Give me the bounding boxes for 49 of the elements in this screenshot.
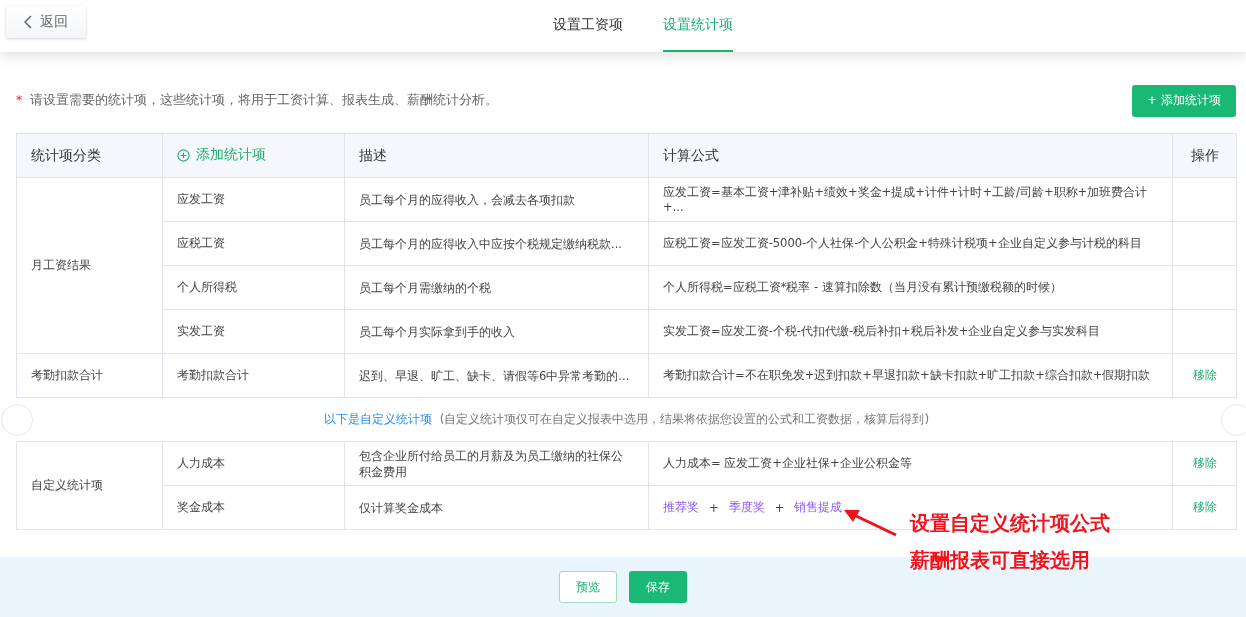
column-header: 统计项分类 [31,146,101,163]
category-cell: 自定义统计项 [31,478,103,492]
formula-cell: 人力成本= 应发工资+企业社保+企业公积金等 [663,456,912,470]
custom-items-note: (自定义统计项仅可在自定义报表中选用，结果将依据您设置的公式和工资数据，核算后得到) [439,412,930,426]
column-header: 计算公式 [663,146,719,163]
annotation-text: 薪酬报表可直接选用 [910,547,1091,574]
formula-cell: 应税工资=应发工资-5000-个人社保-个人公积金+特殊计税项+企业自定义参与计税的科目 [663,236,1142,250]
description-cell-text: 包含企业所付给员工的月薪及为员工缴纳的社保公积金费用 [359,447,624,480]
tab[interactable]: 设置统计项 [663,0,733,52]
column-header: 操作 [1190,146,1219,163]
formula-cell: 实发工资=应发工资-个税-代扣代缴-税后补扣+税后补发+企业自定义参与实发科目 [663,324,1101,338]
remove-link[interactable]: 移除 [1192,499,1217,516]
description-cell-text: 仅计算奖金成本 [359,499,444,516]
item-name-cell: 奖金成本 [177,500,225,514]
item-name-cell: 应税工资 [177,236,225,250]
description-cell-text: 员工每个月实际拿到手的收入 [359,323,516,340]
description-cell-text: 员工每个月的应得收入，会减去各项扣款 [359,191,576,208]
tab[interactable]: 设置工资项 [553,0,623,52]
preview-button[interactable]: 预览 [559,571,617,603]
item-name-cell: 考勤扣款合计 [177,368,249,382]
plus-circle-icon [177,148,190,162]
item-name-cell: 个人所得税 [177,280,237,294]
custom-items-link[interactable]: 以下是自定义统计项 [323,412,432,426]
remove-link[interactable]: 移除 [1192,455,1217,472]
item-name-cell: 人力成本 [177,456,225,470]
description-cell-text: 迟到、早退、旷工、缺卡、请假等6中异常考勤的... [359,367,631,384]
formula-cell: 个人所得税=应税工资*税率 - 速算扣除数（当月没有累计预缴税额的时候） [663,280,1062,294]
formula-cell: 考勤扣款合计=不在职免发+迟到扣款+早退扣款+缺卡扣款+旷工扣款+综合扣款+假期扣款 [663,368,1151,382]
annotation-text: 设置自定义统计项公式 [910,510,1110,537]
column-header: 描述 [359,146,387,163]
category-cell: 考勤扣款合计 [31,368,103,382]
formula-cell: 应发工资=基本工资+津补贴+绩效+奖金+提成+计件+计时+工龄/司龄+职称+加班费合计+... [663,185,1148,214]
add-item-button[interactable]: + 添加统计项 [1132,84,1236,117]
plus-sign: + [709,500,719,515]
back-button[interactable]: 返回 [6,6,86,38]
chevron-left-icon [24,15,32,29]
notice-text: * 请设置需要的统计项，这些统计项，将用于工资计算、报表生成、薪酬统计分析。 [16,92,499,109]
plus-sign: + [774,500,785,515]
formula-token[interactable]: 季度奖 [728,500,765,515]
category-cell: 月工资结果 [31,258,91,272]
formula-token[interactable]: 销售提成 [794,500,843,515]
description-cell-text: 员工每个月需缴纳的个税 [359,279,492,296]
annotation-arrow [842,507,898,537]
description-cell-text: 员工每个月的应得收入中应按个税规定缴纳税款... [359,235,623,252]
save-button[interactable]: 保存 [629,571,687,603]
item-name-cell: 应发工资 [177,192,225,206]
item-name-cell: 实发工资 [177,324,225,338]
formula-token[interactable]: 推荐奖 [663,500,699,515]
remove-link[interactable]: 移除 [1192,367,1217,384]
